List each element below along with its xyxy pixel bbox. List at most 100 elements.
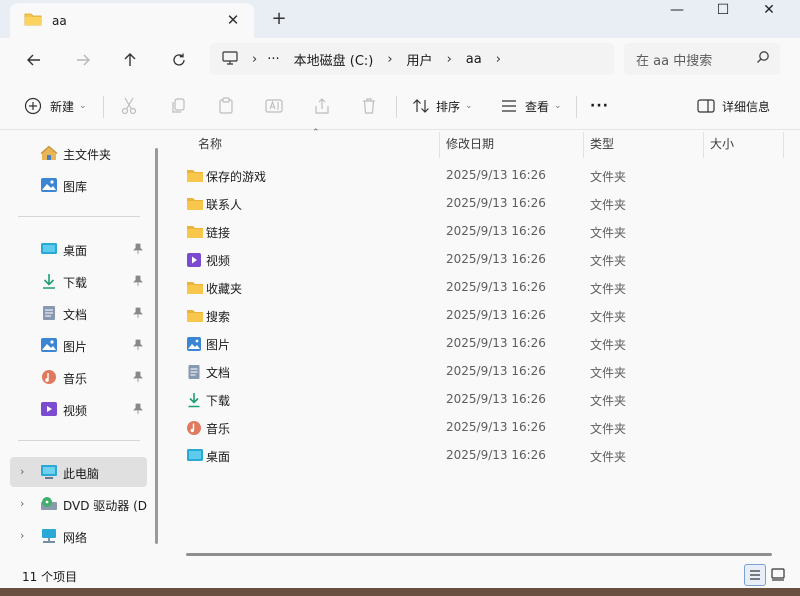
home-icon	[40, 145, 58, 164]
breadcrumb-users[interactable]: 用户	[407, 50, 433, 69]
document-icon	[40, 305, 58, 324]
expand-chevron-icon[interactable]: ›	[20, 465, 24, 478]
tiles-view-button[interactable]	[768, 564, 790, 586]
view-label: 查看	[525, 99, 550, 114]
forward-button[interactable]	[69, 46, 97, 74]
sidebar-item-pictures[interactable]: 图片	[10, 330, 147, 360]
sort-label: 排序	[436, 99, 461, 114]
paste-button[interactable]	[218, 92, 234, 120]
file-type: 文件夹	[590, 450, 627, 464]
more-options-button[interactable]: ···	[590, 92, 609, 120]
sidebar-item-network[interactable]: › 网络	[10, 521, 147, 551]
trash-icon	[363, 98, 375, 114]
chevron-right-icon[interactable]: ›	[387, 52, 392, 67]
column-divider[interactable]	[439, 132, 440, 158]
file-row[interactable]: 收藏夹 2025/9/13 16:26 文件夹	[182, 274, 782, 302]
new-button[interactable]: 新建 ⌄	[24, 92, 87, 120]
folder-icon	[186, 224, 204, 242]
close-tab-icon[interactable]: ✕	[224, 11, 242, 29]
delete-button[interactable]	[361, 92, 377, 120]
sidebar-item-downloads[interactable]: 下载	[10, 266, 147, 296]
file-name: 搜索	[206, 310, 231, 324]
desktop-icon	[40, 241, 58, 260]
chevron-right-icon[interactable]: ›	[447, 52, 452, 67]
file-row[interactable]: 下载 2025/9/13 16:26 文件夹	[182, 386, 782, 414]
sidebar-item-videos[interactable]: 视频	[10, 394, 147, 424]
back-button[interactable]	[20, 46, 48, 74]
sidebar-item-home[interactable]: 主文件夹	[10, 138, 147, 168]
breadcrumb-local-disk[interactable]: 本地磁盘 (C:)	[294, 50, 374, 69]
new-tab-button[interactable]: +	[270, 8, 288, 29]
sidebar-item-this-pc[interactable]: › 此电脑	[10, 457, 147, 487]
file-type: 文件夹	[590, 394, 627, 408]
divider	[396, 96, 397, 118]
pin-icon[interactable]	[133, 403, 143, 418]
column-divider[interactable]	[783, 132, 784, 158]
file-date: 2025/9/13 16:26	[446, 336, 546, 350]
refresh-button[interactable]	[165, 46, 193, 74]
file-date: 2025/9/13 16:26	[446, 448, 546, 462]
details-pane-button[interactable]: 详细信息	[697, 92, 770, 120]
sidebar-scrollbar[interactable]	[155, 148, 158, 544]
address-more-button[interactable]: ···	[267, 52, 279, 67]
sidebar-item-music[interactable]: 音乐	[10, 362, 147, 392]
file-row[interactable]: 联系人 2025/9/13 16:26 文件夹	[182, 190, 782, 218]
video-icon	[40, 401, 58, 420]
up-button[interactable]	[116, 46, 144, 74]
share-button[interactable]	[313, 92, 331, 120]
search-input[interactable]: 在 aa 中搜索	[624, 43, 780, 75]
file-row[interactable]: 桌面 2025/9/13 16:26 文件夹	[182, 442, 782, 470]
pin-icon[interactable]	[133, 371, 143, 386]
details-view-button[interactable]	[744, 564, 766, 586]
pin-icon[interactable]	[133, 243, 143, 258]
tab-aa[interactable]: aa ✕	[10, 3, 254, 38]
file-row[interactable]: 文档 2025/9/13 16:26 文件夹	[182, 358, 782, 386]
column-header-date[interactable]: 修改日期	[446, 130, 494, 158]
view-button[interactable]: 查看 ⌄	[500, 92, 562, 120]
file-name: 文档	[206, 366, 231, 380]
column-divider[interactable]	[703, 132, 704, 158]
sidebar-item-documents[interactable]: 文档	[10, 298, 147, 328]
pin-icon[interactable]	[133, 307, 143, 322]
column-divider[interactable]	[583, 132, 584, 158]
sidebar-item-label: 桌面	[63, 244, 88, 258]
file-row[interactable]: 链接 2025/9/13 16:26 文件夹	[182, 218, 782, 246]
maximize-button[interactable]: ☐	[700, 0, 746, 24]
music-icon	[40, 369, 58, 388]
expand-chevron-icon[interactable]: ›	[20, 497, 24, 510]
sidebar-item-desktop[interactable]: 桌面	[10, 234, 147, 264]
file-type: 文件夹	[590, 338, 627, 352]
column-header-type[interactable]: 类型	[590, 130, 614, 158]
file-date: 2025/9/13 16:26	[446, 252, 546, 266]
file-row[interactable]: 图片 2025/9/13 16:26 文件夹	[182, 330, 782, 358]
rename-button[interactable]	[265, 92, 283, 120]
copy-icon	[172, 98, 185, 113]
expand-chevron-icon[interactable]: ›	[20, 529, 24, 542]
pin-icon[interactable]	[133, 275, 143, 290]
column-header-name[interactable]: 名称	[198, 130, 222, 158]
file-row[interactable]: 保存的游戏 2025/9/13 16:26 文件夹	[182, 162, 782, 190]
search-icon	[756, 50, 770, 68]
file-row[interactable]: 搜索 2025/9/13 16:26 文件夹	[182, 302, 782, 330]
sidebar-item-dvd-drive[interactable]: › DVD 驱动器 (D	[10, 489, 147, 519]
sort-button[interactable]: 排序 ⌄	[412, 92, 473, 120]
chevron-right-icon[interactable]: ›	[496, 52, 501, 67]
horizontal-scrollbar[interactable]	[186, 553, 772, 556]
address-bar[interactable]: › ··· 本地磁盘 (C:) › 用户 › aa ›	[210, 43, 614, 75]
copy-button[interactable]	[170, 92, 186, 120]
close-window-button[interactable]: ✕	[746, 0, 792, 24]
file-row[interactable]: 音乐 2025/9/13 16:26 文件夹	[182, 414, 782, 442]
breadcrumb-aa[interactable]: aa	[466, 52, 482, 67]
pin-icon[interactable]	[133, 339, 143, 354]
column-header-size[interactable]: 大小	[710, 130, 734, 158]
download-icon	[186, 392, 202, 411]
desktop-icon	[186, 448, 204, 466]
sidebar-item-label: 此电脑	[63, 467, 100, 481]
cut-button[interactable]	[121, 92, 137, 120]
minimize-button[interactable]: —	[654, 0, 700, 24]
folder-icon	[24, 12, 42, 29]
chevron-right-icon[interactable]: ›	[252, 52, 257, 67]
file-row[interactable]: 视频 2025/9/13 16:26 文件夹	[182, 246, 782, 274]
sidebar-item-gallery[interactable]: 图库	[10, 170, 147, 200]
pictures-icon	[40, 337, 58, 356]
